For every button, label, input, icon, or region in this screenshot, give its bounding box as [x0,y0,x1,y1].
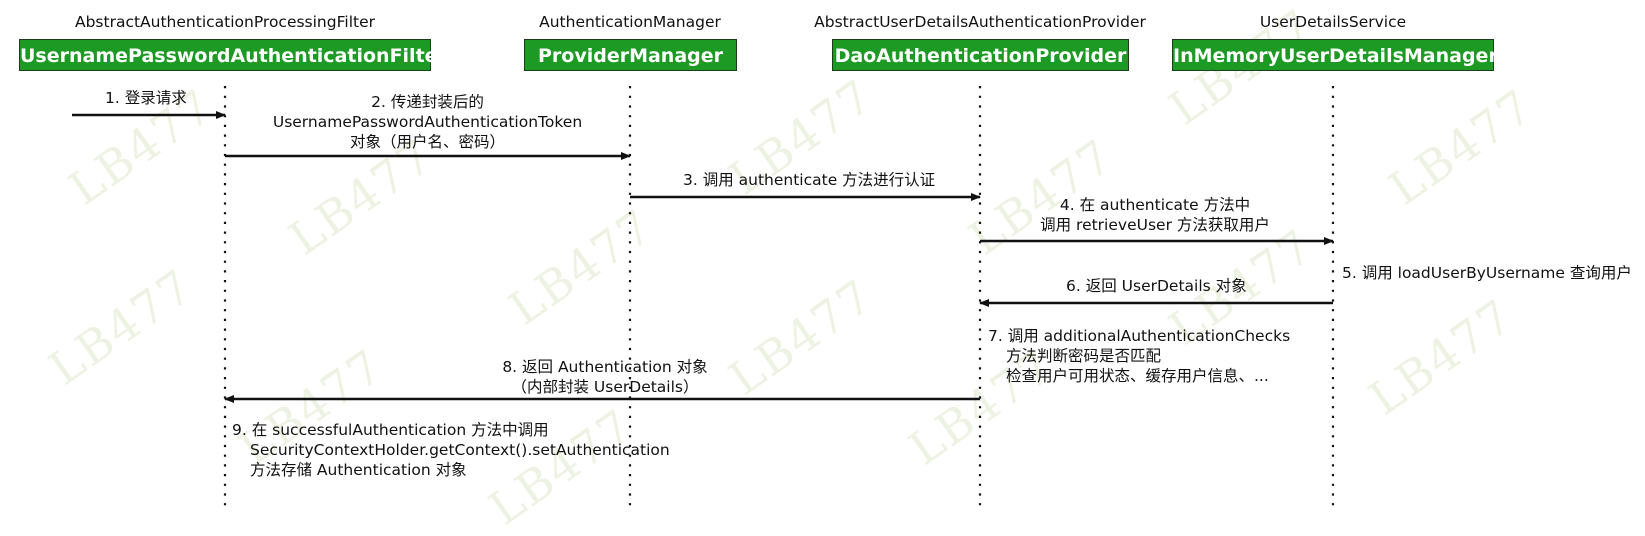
participant-box-provider-manager: ProviderManager [524,39,737,71]
step-4-label: 4. 在 authenticate 方法中 调用 retrieveUser 方法… [1040,196,1270,234]
participant-superclass-label: AbstractUserDetailsAuthenticationProvide… [814,13,1146,31]
step-9-label: 9. 在 successfulAuthentication 方法中调用 Secu… [232,421,670,479]
step-5-label: 5. 调用 loadUserByUsername 查询用户 [1342,264,1632,282]
participant-superclass-label: UserDetailsService [1259,13,1407,31]
step-6-label: 6. 返回 UserDetails 对象 [1066,277,1247,295]
participant-box-filter: UsernamePasswordAuthenticationFilter [19,39,447,71]
participant-box-dao-provider: DaoAuthenticationProvider [832,39,1129,71]
step-3-label: 3. 调用 authenticate 方法进行认证 [683,171,936,189]
participant-box-user-details-manager: InMemoryUserDetailsManager [1172,39,1498,71]
step-7-label: 7. 调用 additionalAuthenticationChecks 方法判… [988,327,1291,385]
step-2-label: 2. 传递封装后的 UsernamePasswordAuthentication… [272,93,583,151]
step-8-label: 8. 返回 Authentication 对象 （内部封装 UserDetail… [502,358,708,396]
step-1-label: 1. 登录请求 [105,89,187,107]
participant-superclass-label: AbstractAuthenticationProcessingFilter [74,13,375,31]
participant-superclass-label: AuthenticationManager [539,13,721,31]
